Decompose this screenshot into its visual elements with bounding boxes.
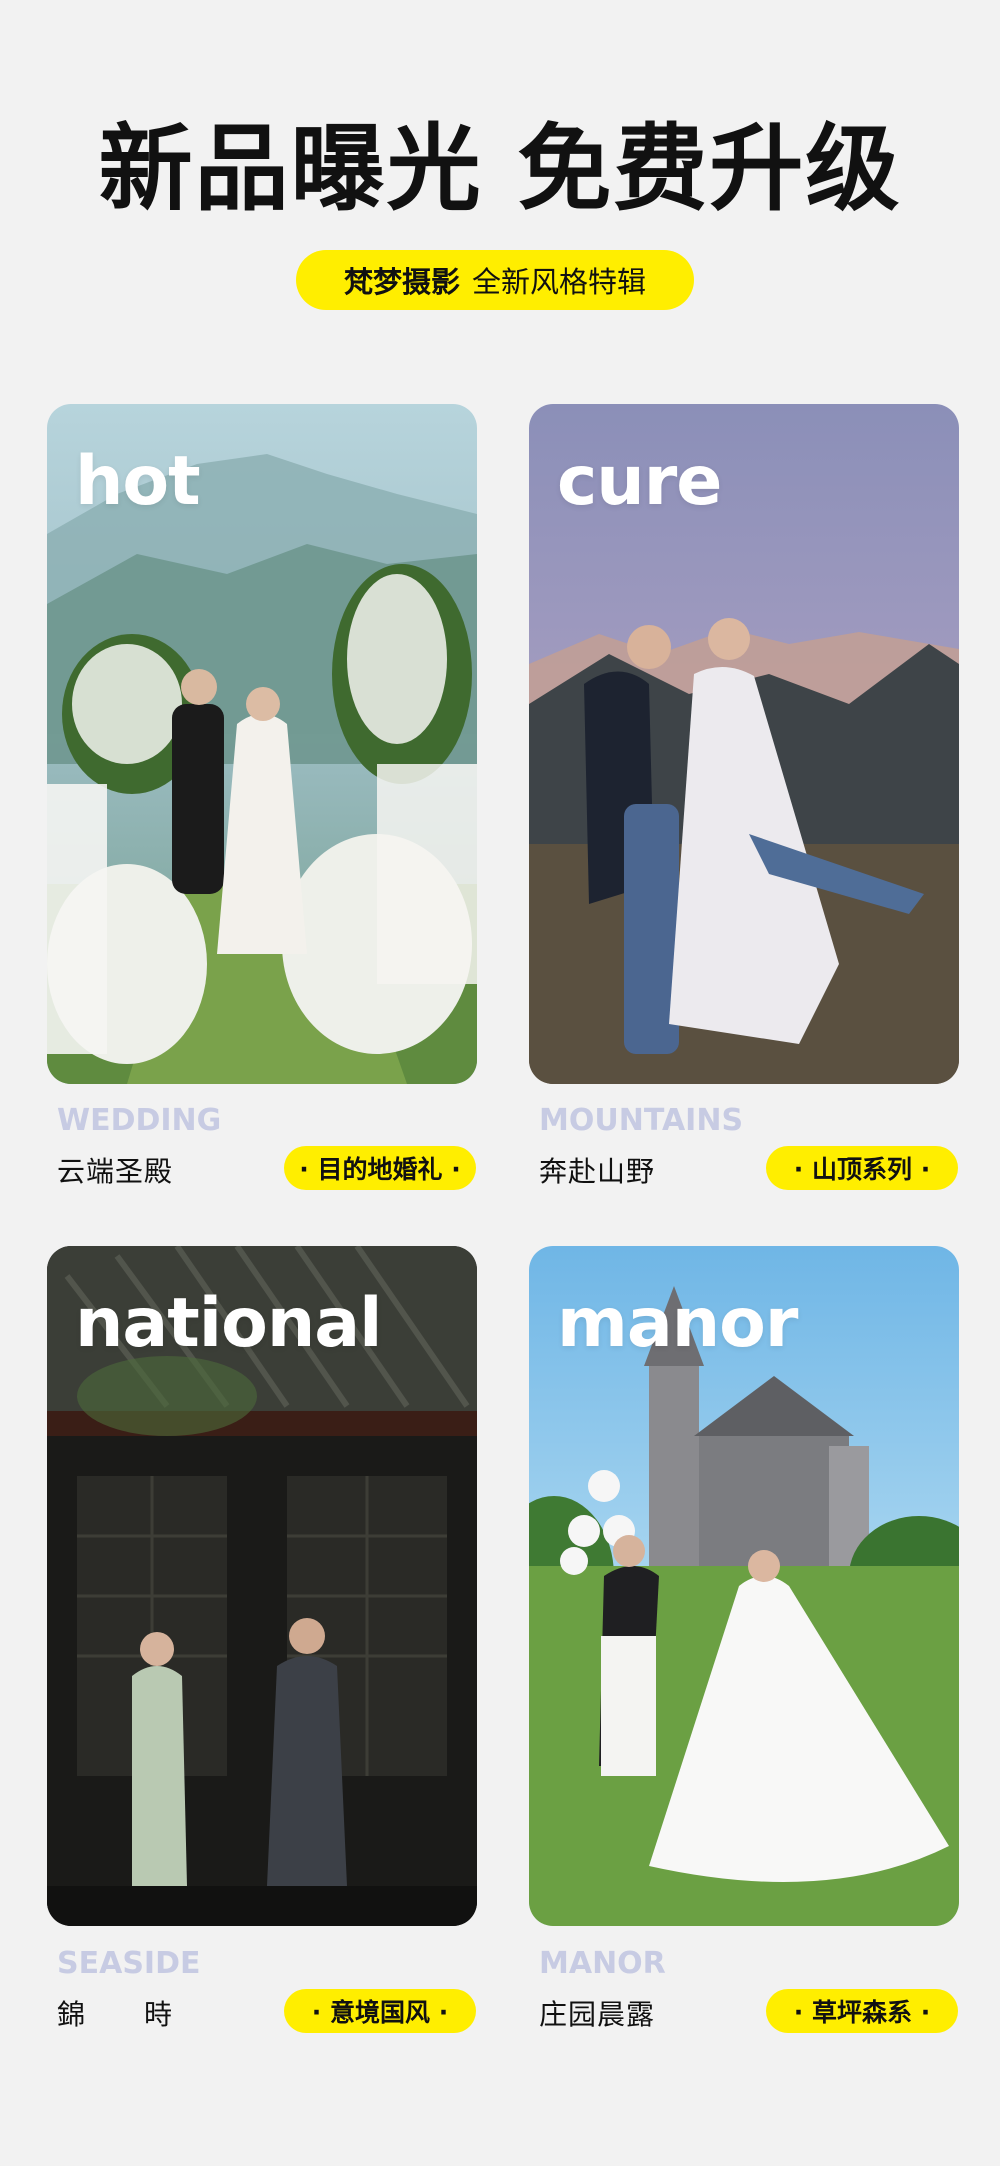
card-en-label: MANOR xyxy=(539,1946,666,1981)
card-en-label: SEASIDE xyxy=(57,1946,201,1981)
subtitle-pill: 梵梦摄影 全新风格特辑 xyxy=(296,250,694,310)
card-en-label: WEDDING xyxy=(57,1103,222,1138)
overlay-word: hot xyxy=(75,442,201,521)
subtitle-desc: 全新风格特辑 xyxy=(472,265,647,299)
card-tag: · 草坪森系 · xyxy=(766,1989,958,2033)
overlay-word: national xyxy=(75,1284,382,1363)
page: 新品曝光 免费升级 梵梦摄影 全新风格特辑 hot WEDDING 云端圣殿 ·… xyxy=(0,0,1000,2166)
style-card-seaside[interactable]: national xyxy=(47,1246,477,1926)
page-headline: 新品曝光 免费升级 xyxy=(98,115,902,224)
card-tag: · 目的地婚礼 · xyxy=(284,1146,476,1190)
brand-name: 梵梦摄影 xyxy=(343,265,460,299)
overlay-word: manor xyxy=(557,1284,798,1363)
card-cn-label: 錦 時 xyxy=(57,1998,174,2031)
card-cn-label: 庄园晨露 xyxy=(539,1998,656,2031)
card-en-label: MOUNTAINS xyxy=(539,1103,744,1138)
overlay-word: cure xyxy=(557,442,722,521)
card-tag: · 山顶系列 · xyxy=(766,1146,958,1190)
card-tag: · 意境国风 · xyxy=(284,1989,476,2033)
style-card-wedding[interactable]: hot xyxy=(47,404,477,1084)
card-cn-label: 云端圣殿 xyxy=(57,1155,174,1188)
style-card-mountains[interactable]: cure xyxy=(529,404,959,1084)
style-card-manor[interactable]: manor xyxy=(529,1246,959,1926)
card-cn-label: 奔赴山野 xyxy=(539,1155,656,1188)
